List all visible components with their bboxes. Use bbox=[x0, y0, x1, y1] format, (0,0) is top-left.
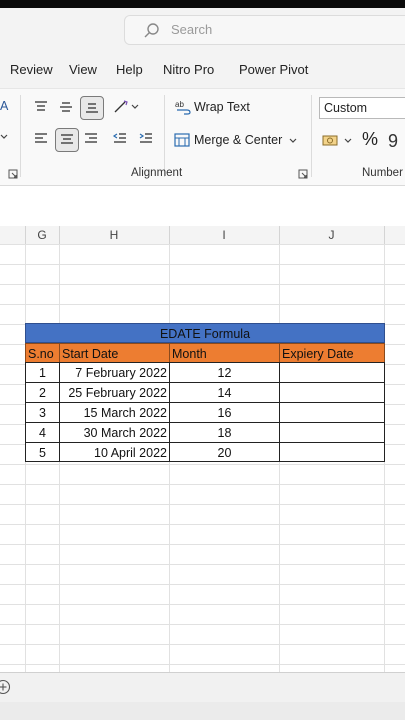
merge-dropdown-chevron-icon[interactable] bbox=[289, 137, 297, 145]
number-group-label: Number bbox=[362, 167, 403, 179]
formula-bar-area[interactable] bbox=[0, 186, 405, 227]
cell-start-date[interactable]: 30 March 2022 bbox=[59, 422, 170, 443]
cell-month[interactable]: 12 bbox=[169, 362, 280, 383]
cell-start-date[interactable]: 10 April 2022 bbox=[59, 442, 170, 462]
align-left-icon[interactable] bbox=[31, 129, 51, 149]
cell-expiry-date[interactable] bbox=[279, 422, 385, 443]
alignment-dialog-launcher-icon[interactable] bbox=[298, 169, 308, 179]
cell-sno[interactable]: 3 bbox=[25, 402, 60, 423]
accounting-dropdown-chevron-icon[interactable] bbox=[344, 137, 352, 145]
cell-expiry-date[interactable] bbox=[279, 382, 385, 403]
menu-review[interactable]: Review bbox=[10, 62, 53, 77]
header-start-date[interactable]: Start Date bbox=[59, 343, 170, 363]
merge-center-icon[interactable] bbox=[174, 132, 190, 148]
align-bottom-icon[interactable] bbox=[80, 96, 104, 120]
status-bar bbox=[0, 702, 405, 720]
ribbon-separator bbox=[311, 95, 312, 177]
align-center-icon[interactable] bbox=[55, 128, 79, 152]
menu-help[interactable]: Help bbox=[116, 62, 143, 77]
search-box[interactable]: Search bbox=[124, 15, 405, 45]
menu-view[interactable]: View bbox=[69, 62, 97, 77]
svg-text:9: 9 bbox=[388, 131, 398, 149]
cell-start-date[interactable]: 15 March 2022 bbox=[59, 402, 170, 423]
cell-expiry-date[interactable] bbox=[279, 402, 385, 423]
cell-expiry-date[interactable] bbox=[279, 362, 385, 383]
cell-month[interactable]: 14 bbox=[169, 382, 280, 403]
orientation-icon[interactable] bbox=[111, 97, 141, 117]
header-sno[interactable]: S.no bbox=[25, 343, 60, 363]
number-format-value: Custom bbox=[324, 101, 368, 115]
menu-power-pivot[interactable]: Power Pivot bbox=[239, 62, 308, 77]
header-expiry-date[interactable]: Expiery Date bbox=[279, 343, 385, 363]
ribbon-separator bbox=[20, 95, 21, 177]
column-headers: G H I J bbox=[0, 226, 405, 245]
merge-center-button[interactable]: Merge & Center bbox=[194, 133, 282, 147]
cell-start-date[interactable]: 25 February 2022 bbox=[59, 382, 170, 403]
column-header-h[interactable]: H bbox=[59, 226, 169, 244]
cell-start-date[interactable]: 7 February 2022 bbox=[59, 362, 170, 383]
font-dialog-launcher-icon[interactable] bbox=[8, 169, 18, 179]
font-color-fragment[interactable]: A bbox=[0, 99, 8, 113]
cell-expiry-date[interactable] bbox=[279, 442, 385, 462]
wrap-text-icon[interactable]: ab bbox=[175, 99, 191, 115]
ribbon: A ab Wrap Text Merge & Center Alignment … bbox=[0, 88, 405, 186]
window-edge bbox=[0, 0, 405, 8]
column-header-i[interactable]: I bbox=[169, 226, 279, 244]
menu-bar: Review View Help Nitro Pro Power Pivot bbox=[0, 52, 405, 88]
cell-month[interactable]: 16 bbox=[169, 402, 280, 423]
table-title[interactable]: EDATE Formula bbox=[25, 323, 385, 343]
title-bar: Search bbox=[0, 0, 405, 52]
increase-indent-icon[interactable] bbox=[136, 129, 156, 149]
svg-text:ab: ab bbox=[175, 100, 184, 109]
column-header-j[interactable]: J bbox=[279, 226, 384, 244]
accounting-format-icon[interactable] bbox=[322, 133, 340, 149]
cell-sno[interactable]: 2 bbox=[25, 382, 60, 403]
alignment-group-label: Alignment bbox=[131, 167, 183, 179]
add-sheet-icon[interactable] bbox=[0, 678, 12, 696]
cell-month[interactable]: 18 bbox=[169, 422, 280, 443]
column-divider bbox=[384, 226, 385, 244]
menu-nitro-pro[interactable]: Nitro Pro bbox=[163, 62, 214, 77]
comma-style-icon[interactable]: 9 bbox=[386, 131, 404, 149]
column-header-g[interactable]: G bbox=[25, 226, 59, 244]
cell-sno[interactable]: 5 bbox=[25, 442, 60, 462]
search-placeholder: Search bbox=[171, 22, 213, 37]
decrease-indent-icon[interactable] bbox=[110, 129, 130, 149]
align-top-icon[interactable] bbox=[31, 97, 51, 117]
header-month[interactable]: Month bbox=[169, 343, 280, 363]
cell-month[interactable]: 20 bbox=[169, 442, 280, 462]
cell-sno[interactable]: 1 bbox=[25, 362, 60, 383]
cell-sno[interactable]: 4 bbox=[25, 422, 60, 443]
align-middle-icon[interactable] bbox=[56, 97, 76, 117]
number-format-select[interactable]: Custom bbox=[319, 97, 405, 119]
percent-style-button[interactable]: % bbox=[362, 129, 378, 150]
sheet-tab-bar bbox=[0, 672, 405, 703]
search-icon bbox=[143, 22, 161, 45]
align-right-icon[interactable] bbox=[81, 129, 101, 149]
chevron-down-icon[interactable] bbox=[0, 133, 8, 141]
wrap-text-button[interactable]: Wrap Text bbox=[194, 100, 250, 114]
ribbon-separator bbox=[164, 95, 165, 177]
